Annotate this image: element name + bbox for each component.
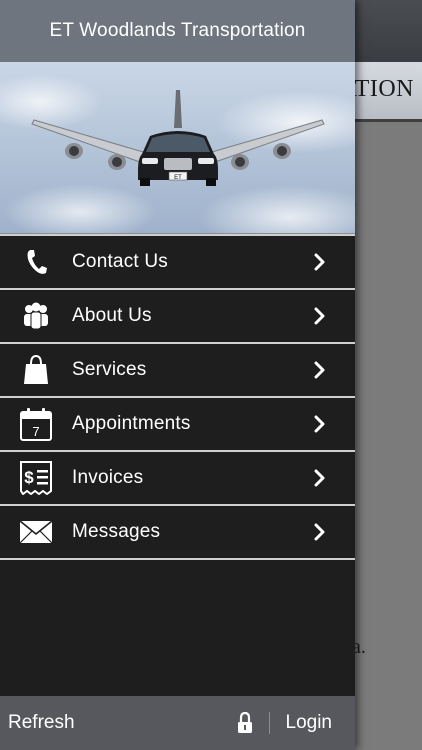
limo-plane-illustration: ET [31, 90, 325, 186]
chevron-right-icon [305, 517, 335, 547]
people-icon [0, 290, 72, 342]
menu-item-label: Messages [72, 521, 161, 542]
chevron-right-icon [305, 355, 335, 385]
menu-item-messages[interactable]: Messages [0, 506, 355, 560]
license-plate-text: ET [174, 175, 182, 181]
lock-icon[interactable] [227, 696, 263, 750]
hero-image: ET [0, 62, 355, 234]
calendar-icon-number: 7 [32, 424, 39, 439]
drawer-footer: Refresh Login [0, 696, 355, 750]
drawer-header: ET Woodlands Transportation [0, 0, 355, 62]
calendar-icon: 7 [0, 398, 72, 450]
shopping-bag-icon [0, 344, 72, 396]
menu-item-label: Invoices [72, 467, 144, 488]
menu-item-label: About Us [72, 305, 152, 326]
menu-item-appointments[interactable]: 7 Appointments [0, 398, 355, 452]
menu-item-contact-us[interactable]: Contact Us [0, 236, 355, 290]
drawer-menu: Contact Us About Us Services 7 Appointme… [0, 234, 355, 560]
menu-item-invoices[interactable]: $ Invoices [0, 452, 355, 506]
phone-icon [0, 236, 72, 288]
chevron-right-icon [305, 247, 335, 277]
chevron-right-icon [305, 463, 335, 493]
side-drawer: ET Woodlands Transportation ET Contact U… [0, 0, 355, 750]
svg-text:$: $ [24, 468, 34, 487]
refresh-button[interactable]: Refresh [8, 712, 227, 734]
chevron-right-icon [305, 301, 335, 331]
menu-item-label: Appointments [72, 413, 191, 434]
invoice-icon: $ [0, 452, 72, 504]
menu-item-about-us[interactable]: About Us [0, 290, 355, 344]
menu-item-label: Services [72, 359, 147, 380]
envelope-icon [0, 506, 72, 558]
menu-item-label: Contact Us [72, 251, 168, 272]
menu-item-services[interactable]: Services [0, 344, 355, 398]
login-button[interactable]: Login [286, 712, 333, 734]
footer-divider [268, 712, 270, 734]
chevron-right-icon [305, 409, 335, 439]
drawer-title: ET Woodlands Transportation [49, 20, 306, 41]
